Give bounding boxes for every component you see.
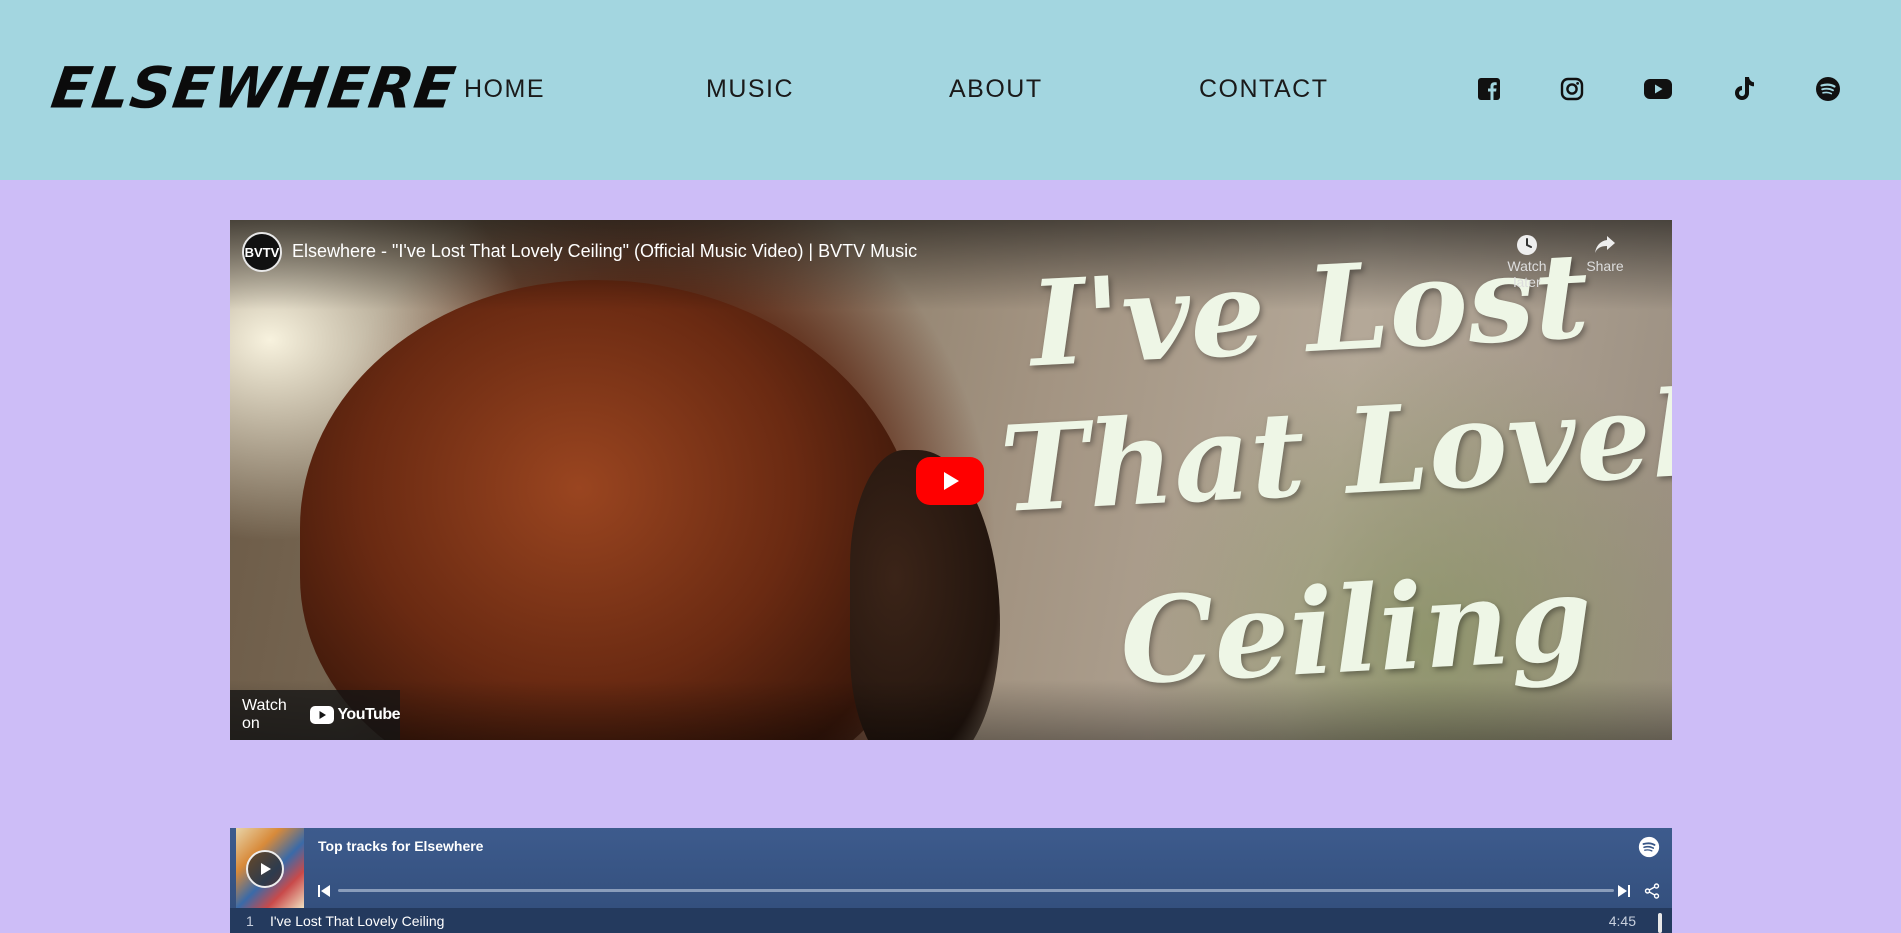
spotify-play-button[interactable] [246, 850, 284, 888]
play-button[interactable] [916, 457, 984, 505]
share-icon[interactable] [1644, 883, 1660, 904]
watch-later-label: Watch later [1507, 258, 1547, 290]
spotify-icon[interactable] [1812, 73, 1844, 105]
nav-contact[interactable]: CONTACT [1199, 72, 1328, 106]
nav-home[interactable]: HOME [464, 72, 545, 106]
watch-on-youtube-button[interactable]: Watch on YouTube [230, 690, 400, 740]
nav-about[interactable]: ABOUT [949, 72, 1043, 106]
youtube-logo: YouTube [310, 706, 400, 724]
scrollbar[interactable] [1658, 913, 1662, 933]
share-arrow-icon [1570, 232, 1640, 258]
previous-track-icon[interactable] [318, 884, 330, 903]
thumbnail-title-line-3: Ceiling [1116, 547, 1596, 712]
track-duration: 4:45 [1608, 913, 1636, 929]
play-icon [944, 472, 959, 490]
progress-bar[interactable] [338, 889, 1614, 892]
clock-icon [1492, 232, 1562, 258]
next-track-icon[interactable] [1618, 884, 1630, 903]
video-thumbnail-figure [300, 280, 920, 740]
youtube-video-embed[interactable]: I've Lost That Lovely Ceiling BVTV Elsew… [230, 220, 1672, 740]
spotify-embed: Top tracks for Elsewhere 1 I've Lost Tha… [230, 828, 1672, 933]
watch-later-button[interactable]: Watch later [1492, 232, 1562, 290]
channel-avatar[interactable]: BVTV [242, 232, 282, 272]
track-number: 1 [246, 913, 254, 929]
facebook-icon[interactable] [1473, 73, 1505, 105]
video-title[interactable]: Elsewhere - "I've Lost That Lovely Ceili… [292, 239, 917, 263]
youtube-play-logo-icon [310, 706, 335, 724]
site-header: ELSEWHERE HOME MUSIC ABOUT CONTACT [0, 0, 1901, 180]
instagram-icon[interactable] [1556, 73, 1588, 105]
spotify-playlist-title: Top tracks for Elsewhere [318, 838, 484, 854]
share-label: Share [1586, 258, 1624, 274]
youtube-icon[interactable] [1642, 73, 1674, 105]
site-logo[interactable]: ELSEWHERE [47, 55, 460, 122]
play-icon [261, 863, 271, 875]
share-button[interactable]: Share [1570, 232, 1640, 274]
track-name: I've Lost That Lovely Ceiling [270, 913, 445, 929]
watch-on-label: Watch on [242, 697, 287, 732]
spotify-logo-icon[interactable] [1638, 836, 1660, 863]
youtube-wordmark: YouTube [337, 706, 400, 723]
track-row[interactable]: 1 I've Lost That Lovely Ceiling 4:45 [230, 908, 1672, 933]
nav-music[interactable]: MUSIC [706, 72, 794, 106]
tiktok-icon[interactable] [1728, 73, 1760, 105]
